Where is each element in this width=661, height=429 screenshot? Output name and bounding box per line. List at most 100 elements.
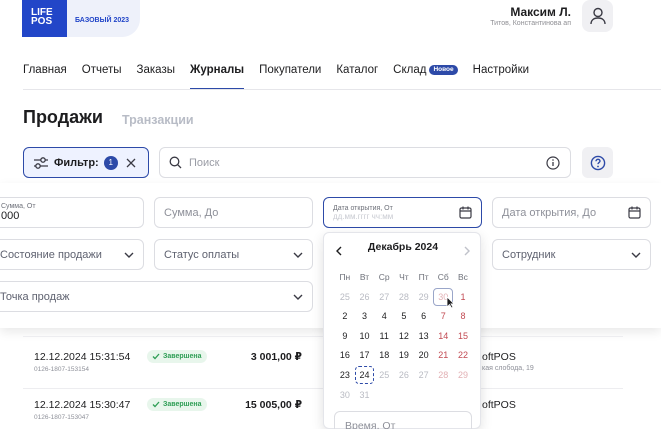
calendar-day[interactable]: 16 [335,346,355,364]
sliders-icon [34,156,48,169]
help-button[interactable] [582,147,613,178]
sum-to-field[interactable]: Сумма, До [154,197,313,228]
calendar-day[interactable]: 28 [433,366,453,384]
week-row: 9 10 11 12 13 14 15 [335,327,473,347]
sale-state-select[interactable]: Состояние продажи [0,239,144,270]
calendar-day[interactable]: 24 [354,365,375,384]
sum-from-field[interactable]: Сумма, От 000 [0,197,144,228]
employee-select[interactable]: Сотрудник [492,239,651,270]
calendar-day[interactable]: 19 [394,346,414,364]
calendar-month: Декабрь 2024 [367,241,439,253]
check-icon [152,401,160,408]
chevron-right-icon [464,246,470,256]
calendar-day[interactable]: 12 [394,327,414,345]
open-date-to-field[interactable]: Дата открытия, До [492,197,651,228]
week-row: 16 17 18 19 20 21 22 [335,346,473,366]
sale-shop: oftPOS [482,399,516,411]
calendar-day[interactable]: 30 [335,386,355,404]
sale-datetime: 12.12.2024 15:31:54 [34,351,131,363]
calendar-day[interactable]: 6 [414,307,434,325]
avatar[interactable] [582,0,613,32]
calendar-day[interactable]: 9 [335,327,355,345]
calendar-day[interactable]: 10 [355,327,375,345]
calendar-day[interactable]: 5 [394,307,414,325]
calendar-day[interactable]: 15 [453,327,473,345]
time-from-field[interactable]: Время, От [334,411,472,429]
nav-catalog[interactable]: Каталог [336,62,378,90]
calendar-day[interactable]: 28 [394,288,414,306]
calendar-day[interactable]: 4 [374,307,394,325]
weekday-label: Пт [418,272,429,282]
calendar-day[interactable]: 25 [335,288,355,306]
calendar-day[interactable]: 8 [453,307,473,325]
calendar-day[interactable]: 26 [355,288,375,306]
date-picker: Декабрь 2024 Пн Вт Ср Чт Пт Сб Вс 25 26 27 28 29 30 1… [323,232,481,429]
calendar-grid: Пн Вт Ср Чт Пт Сб Вс 25 26 27 28 29 30 1 2 3 4 5 6 7 8 9 10 11 1… [335,268,473,405]
nav-customers[interactable]: Покупатели [259,62,321,90]
nav-divider [23,89,661,90]
chevron-down-icon [124,252,134,258]
calendar-day[interactable]: 22 [453,346,473,364]
nav-reports[interactable]: Отчеты [82,62,122,90]
open-date-from-field[interactable]: Дата открытия, От дд.мм.гггг чч:мм [323,197,482,228]
calendar-day[interactable]: 11 [374,327,394,345]
filter-label: Фильтр: [54,156,99,169]
weekday-label: Ср [378,272,390,282]
calendar-day[interactable]: 1 [453,288,473,306]
chevron-down-icon [293,294,303,300]
calendar-day[interactable]: 23 [335,366,355,384]
calendar-day[interactable]: 20 [414,346,434,364]
clear-filter-button[interactable] [126,158,136,168]
calendar-day[interactable]: 27 [414,366,434,384]
calendar-icon [628,206,641,219]
status-badge: Завершена [147,398,207,411]
table-row[interactable]: 12.12.2024 15:30:47 0126-1807-153047 [34,399,130,421]
nav-settings[interactable]: Настройки [473,62,529,90]
nav-orders[interactable]: Заказы [137,62,175,90]
calendar-day[interactable]: 29 [453,366,473,384]
calendar-day [453,386,473,404]
point-of-sale-select[interactable]: Точка продаж [0,281,313,312]
payment-status-select[interactable]: Статус оплаты [154,239,313,270]
search-input[interactable]: Поиск [189,157,546,169]
calendar-day[interactable]: 27 [374,288,394,306]
lifepos-logo[interactable]: LIFE POS [22,0,67,37]
calendar-day[interactable]: 17 [355,346,375,364]
search-info-button[interactable] [546,155,560,170]
sale-amount: 3 001,00 ₽ [250,351,302,363]
tab-transactions[interactable]: Транзакции [122,113,194,127]
filter-button[interactable]: Фильтр: 1 [23,147,149,178]
calendar-day[interactable]: 31 [355,386,375,404]
search-icon [169,156,182,169]
user-name[interactable]: Максим Л. [510,5,571,19]
week-row: 30 31 [335,386,473,406]
calendar-day[interactable]: 7 [433,307,453,325]
calendar-day[interactable]: 3 [355,307,375,325]
calendar-day[interactable]: 21 [433,346,453,364]
calendar-day[interactable]: 25 [374,366,394,384]
sale-id: 0126-1807-153047 [34,414,89,421]
main-nav: Главная Отчеты Заказы Журналы Покупатели… [23,62,544,90]
nav-journals[interactable]: Журналы [189,62,245,90]
next-month-button[interactable] [464,243,470,261]
user-icon [589,7,606,25]
calendar-icon [459,206,472,219]
nav-home[interactable]: Главная [23,62,67,90]
weekday-row: Пн Вт Ср Чт Пт Сб Вс [335,268,473,288]
check-icon [152,353,160,360]
search-field[interactable]: Поиск [159,147,571,178]
calendar-day[interactable]: 29 [414,288,434,306]
calendar-day [433,386,453,404]
weekday-label: Пн [339,272,351,282]
calendar-day[interactable]: 2 [335,307,355,325]
calendar-day[interactable]: 26 [394,366,414,384]
page-title[interactable]: Продажи [23,107,103,128]
nav-warehouse[interactable]: Склад Новое [393,62,458,90]
table-row[interactable]: 12.12.2024 15:31:54 0126-1807-153154 [34,351,130,373]
calendar-day [374,386,394,404]
calendar-day[interactable]: 18 [374,346,394,364]
calendar-day[interactable]: 13 [414,327,434,345]
sale-id: 0126-1807-153154 [34,366,89,373]
help-icon [590,155,605,170]
calendar-day[interactable]: 14 [433,327,453,345]
